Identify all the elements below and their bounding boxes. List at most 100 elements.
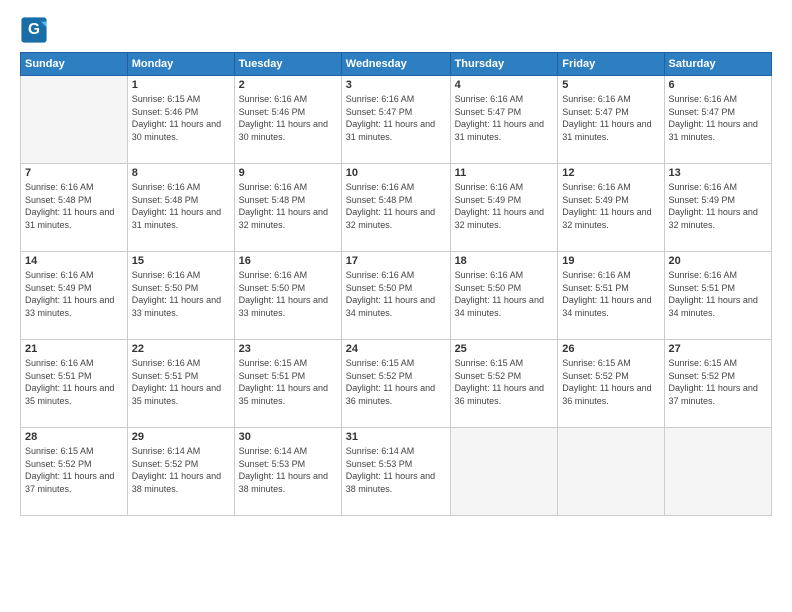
day-number: 22 (132, 343, 230, 355)
day-number: 3 (346, 79, 446, 91)
day-number: 11 (455, 167, 554, 179)
calendar-cell: 18 Sunrise: 6:16 AMSunset: 5:50 PMDayligh… (450, 252, 558, 340)
day-info: Sunrise: 6:16 AMSunset: 5:51 PMDaylight:… (25, 357, 123, 407)
calendar-cell: 25Sunrise: 6:15 AMSunset: 5:52 PMDayligh… (450, 340, 558, 428)
weekday-header-row: SundayMondayTuesdayWednesdayThursdayFrid… (21, 53, 772, 76)
day-info: Sunrise: 6:16 AMSunset: 5:51 PMDaylight:… (669, 269, 767, 319)
week-row-3: 21 Sunrise: 6:16 AMSunset: 5:51 PMDayligh… (21, 340, 772, 428)
day-number: 28 (25, 431, 123, 443)
calendar-cell: 14 Sunrise: 6:16 AMSunset: 5:49 PMDayligh… (21, 252, 128, 340)
day-number: 19 (562, 255, 659, 267)
calendar-cell: 11 Sunrise: 6:16 AMSunset: 5:49 PMDayligh… (450, 164, 558, 252)
week-row-2: 14 Sunrise: 6:16 AMSunset: 5:49 PMDayligh… (21, 252, 772, 340)
day-number: 18 (455, 255, 554, 267)
weekday-header-friday: Friday (558, 53, 664, 76)
calendar-cell: 2 Sunrise: 6:16 AMSunset: 5:46 PMDaylight… (234, 76, 341, 164)
day-number: 20 (669, 255, 767, 267)
day-number: 10 (346, 167, 446, 179)
day-number: 4 (455, 79, 554, 91)
weekday-header-sunday: Sunday (21, 53, 128, 76)
day-info: Sunrise: 6:14 AMSunset: 5:52 PMDaylight:… (132, 445, 230, 495)
calendar-cell: 9 Sunrise: 6:16 AMSunset: 5:48 PMDaylight… (234, 164, 341, 252)
day-info: Sunrise: 6:16 AMSunset: 5:47 PMDaylight:… (346, 93, 446, 143)
day-info: Sunrise: 6:16 AMSunset: 5:46 PMDaylight:… (239, 93, 337, 143)
day-number: 16 (239, 255, 337, 267)
day-number: 6 (669, 79, 767, 91)
day-number: 31 (346, 431, 446, 443)
day-number: 9 (239, 167, 337, 179)
weekday-header-saturday: Saturday (664, 53, 771, 76)
day-info: Sunrise: 6:16 AMSunset: 5:49 PMDaylight:… (455, 181, 554, 231)
week-row-1: 7 Sunrise: 6:16 AMSunset: 5:48 PMDaylight… (21, 164, 772, 252)
day-number: 1 (132, 79, 230, 91)
calendar-cell (450, 428, 558, 516)
calendar-cell: 30 Sunrise: 6:14 AMSunset: 5:53 PMDayligh… (234, 428, 341, 516)
day-info: Sunrise: 6:14 AMSunset: 5:53 PMDaylight:… (239, 445, 337, 495)
day-info: Sunrise: 6:16 AMSunset: 5:48 PMDaylight:… (132, 181, 230, 231)
weekday-header-tuesday: Tuesday (234, 53, 341, 76)
day-number: 2 (239, 79, 337, 91)
day-info: Sunrise: 6:15 AMSunset: 5:52 PMDaylight:… (562, 357, 659, 407)
day-info: Sunrise: 6:16 AMSunset: 5:50 PMDaylight:… (239, 269, 337, 319)
calendar-cell: 4 Sunrise: 6:16 AMSunset: 5:47 PMDaylight… (450, 76, 558, 164)
day-number: 14 (25, 255, 123, 267)
day-number: 7 (25, 167, 123, 179)
day-number: 29 (132, 431, 230, 443)
day-info: Sunrise: 6:16 AMSunset: 5:48 PMDaylight:… (346, 181, 446, 231)
day-info: Sunrise: 6:16 AMSunset: 5:47 PMDaylight:… (669, 93, 767, 143)
calendar-cell: 23 Sunrise: 6:15 AMSunset: 5:51 PMDayligh… (234, 340, 341, 428)
calendar-cell: 1 Sunrise: 6:15 AMSunset: 5:46 PMDaylight… (127, 76, 234, 164)
day-number: 5 (562, 79, 659, 91)
calendar-cell: 16 Sunrise: 6:16 AMSunset: 5:50 PMDayligh… (234, 252, 341, 340)
day-info: Sunrise: 6:14 AMSunset: 5:53 PMDaylight:… (346, 445, 446, 495)
day-info: Sunrise: 6:16 AMSunset: 5:49 PMDaylight:… (25, 269, 123, 319)
calendar-cell: 12Sunrise: 6:16 AMSunset: 5:49 PMDayligh… (558, 164, 664, 252)
calendar-cell (664, 428, 771, 516)
calendar-cell: 22 Sunrise: 6:16 AMSunset: 5:51 PMDayligh… (127, 340, 234, 428)
calendar-cell: 29 Sunrise: 6:14 AMSunset: 5:52 PMDayligh… (127, 428, 234, 516)
header: G (20, 16, 772, 44)
day-info: Sunrise: 6:15 AMSunset: 5:46 PMDaylight:… (132, 93, 230, 143)
day-info: Sunrise: 6:16 AMSunset: 5:49 PMDaylight:… (562, 181, 659, 231)
day-info: Sunrise: 6:15 AMSunset: 5:52 PMDaylight:… (25, 445, 123, 495)
weekday-header-monday: Monday (127, 53, 234, 76)
calendar-cell: 26 Sunrise: 6:15 AMSunset: 5:52 PMDayligh… (558, 340, 664, 428)
day-info: Sunrise: 6:16 AMSunset: 5:48 PMDaylight:… (239, 181, 337, 231)
weekday-header-thursday: Thursday (450, 53, 558, 76)
day-number: 26 (562, 343, 659, 355)
day-number: 23 (239, 343, 337, 355)
day-number: 21 (25, 343, 123, 355)
calendar-cell: 3 Sunrise: 6:16 AMSunset: 5:47 PMDaylight… (341, 76, 450, 164)
calendar-page: G SundayMondayTuesdayWednesdayThursdayFr… (0, 0, 792, 612)
day-info: Sunrise: 6:16 AMSunset: 5:51 PMDaylight:… (562, 269, 659, 319)
day-info: Sunrise: 6:16 AMSunset: 5:50 PMDaylight:… (346, 269, 446, 319)
calendar-cell: 10 Sunrise: 6:16 AMSunset: 5:48 PMDayligh… (341, 164, 450, 252)
day-number: 27 (669, 343, 767, 355)
calendar-cell: 24Sunrise: 6:15 AMSunset: 5:52 PMDayligh… (341, 340, 450, 428)
week-row-0: 1 Sunrise: 6:15 AMSunset: 5:46 PMDaylight… (21, 76, 772, 164)
day-info: Sunrise: 6:16 AMSunset: 5:50 PMDaylight:… (455, 269, 554, 319)
day-info: Sunrise: 6:16 AMSunset: 5:48 PMDaylight:… (25, 181, 123, 231)
calendar-cell: 21 Sunrise: 6:16 AMSunset: 5:51 PMDayligh… (21, 340, 128, 428)
day-info: Sunrise: 6:15 AMSunset: 5:52 PMDaylight:… (346, 357, 446, 407)
day-number: 15 (132, 255, 230, 267)
day-number: 13 (669, 167, 767, 179)
calendar-cell: 17 Sunrise: 6:16 AMSunset: 5:50 PMDayligh… (341, 252, 450, 340)
day-info: Sunrise: 6:16 AMSunset: 5:47 PMDaylight:… (455, 93, 554, 143)
day-info: Sunrise: 6:16 AMSunset: 5:51 PMDaylight:… (132, 357, 230, 407)
calendar-cell: 20 Sunrise: 6:16 AMSunset: 5:51 PMDayligh… (664, 252, 771, 340)
day-info: Sunrise: 6:15 AMSunset: 5:52 PMDaylight:… (455, 357, 554, 407)
calendar-cell: 19 Sunrise: 6:16 AMSunset: 5:51 PMDayligh… (558, 252, 664, 340)
calendar-cell: 15Sunrise: 6:16 AMSunset: 5:50 PMDayligh… (127, 252, 234, 340)
calendar-cell (558, 428, 664, 516)
calendar-cell: 5Sunrise: 6:16 AMSunset: 5:47 PMDaylight… (558, 76, 664, 164)
day-number: 30 (239, 431, 337, 443)
day-number: 17 (346, 255, 446, 267)
calendar-cell: 8 Sunrise: 6:16 AMSunset: 5:48 PMDaylight… (127, 164, 234, 252)
calendar-cell: 28 Sunrise: 6:15 AMSunset: 5:52 PMDayligh… (21, 428, 128, 516)
calendar-cell: 13Sunrise: 6:16 AMSunset: 5:49 PMDayligh… (664, 164, 771, 252)
weekday-header-wednesday: Wednesday (341, 53, 450, 76)
day-number: 8 (132, 167, 230, 179)
logo: G (20, 16, 50, 44)
day-info: Sunrise: 6:15 AMSunset: 5:51 PMDaylight:… (239, 357, 337, 407)
